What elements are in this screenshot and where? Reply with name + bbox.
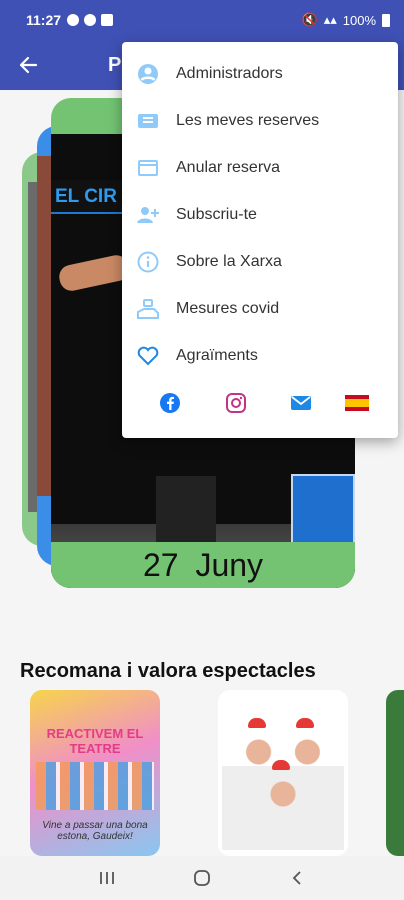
menu-item-label: Administradors (176, 64, 283, 82)
tickets-icon (136, 109, 160, 133)
menu-item-anular-reserva[interactable]: Anular reserva (122, 144, 398, 191)
poster-subtitle: Vine a passar una bona estona, Gaudeix! (42, 820, 148, 842)
system-back-button[interactable] (282, 863, 312, 893)
menu-item-label: Agraïments (176, 346, 258, 364)
battery-level: 100% (342, 12, 376, 28)
menu-item-mesures-covid[interactable]: Mesures covid (122, 285, 398, 332)
menu-item-agraiments[interactable]: Agraïments (122, 332, 398, 379)
info-icon (136, 250, 160, 274)
recommend-card[interactable] (386, 690, 404, 856)
back-button[interactable] (0, 40, 56, 90)
poster-photo (222, 710, 344, 850)
poster-title: REACTIVEM EL TEATRE (46, 726, 144, 756)
home-icon (194, 870, 210, 886)
status-time: 11:27 (26, 12, 62, 28)
instagram-icon[interactable] (224, 391, 248, 415)
page-title: P (108, 53, 122, 76)
overflow-menu: Administradors Les meves reserves Anular… (122, 42, 398, 438)
account-circle-icon (136, 62, 160, 86)
email-icon[interactable] (289, 391, 313, 415)
back-icon (292, 871, 301, 885)
spotify-icon (84, 14, 97, 26)
mute-icon: 🔇 (301, 12, 318, 27)
menu-item-label: Les meves reserves (176, 111, 320, 129)
home-button[interactable] (187, 863, 217, 893)
person-add-icon (136, 203, 160, 227)
recents-icon (100, 872, 115, 884)
recommend-card[interactable]: REACTIVEM EL TEATRE Vine a passar una bo… (30, 690, 160, 856)
system-nav-bar (0, 856, 404, 900)
signal-icon: ▴▴ (323, 12, 337, 27)
menu-item-label: Sobre la Xarxa (176, 252, 282, 270)
menu-item-les-meves-reserves[interactable]: Les meves reserves (122, 97, 398, 144)
section-title-recommend: Recomana i valora espectacles (20, 660, 316, 682)
social-links (122, 391, 398, 421)
recommend-card[interactable] (218, 690, 348, 856)
facebook-icon[interactable] (158, 391, 182, 415)
show-date: 27 Juny (51, 542, 355, 588)
menu-item-label: Subscriu-te (176, 205, 257, 223)
telegram-icon (67, 14, 80, 26)
poster-illustration (36, 762, 154, 810)
recents-button[interactable] (92, 863, 122, 893)
status-bar: 11:27 🔇 ▴▴ 100% (0, 0, 404, 40)
menu-item-label: Mesures covid (176, 299, 280, 317)
gallery-icon (101, 14, 114, 26)
menu-item-label: Anular reserva (176, 158, 281, 176)
menu-item-subscriu-te[interactable]: Subscriu-te (122, 191, 398, 238)
menu-item-administradors[interactable]: Administradors (122, 50, 398, 97)
cancel-ticket-icon (136, 156, 160, 180)
spanish-flag-icon[interactable] (345, 391, 369, 415)
hand-wash-icon (136, 297, 160, 321)
battery-icon (382, 13, 390, 27)
menu-item-sobre-la-xarxa[interactable]: Sobre la Xarxa (122, 238, 398, 285)
heart-icon (136, 344, 160, 368)
arrow-left-icon (19, 56, 38, 74)
